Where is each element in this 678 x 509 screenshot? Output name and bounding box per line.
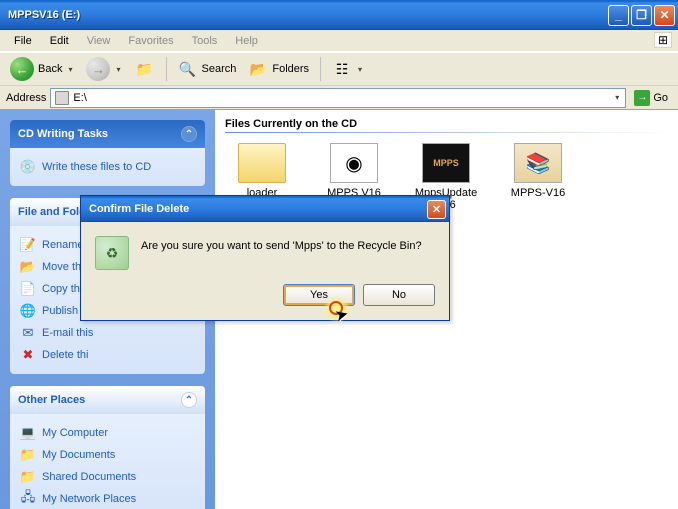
address-label: Address	[6, 92, 46, 104]
publish-icon: 🌐	[20, 303, 36, 319]
chevron-down-icon: ▾	[114, 65, 122, 74]
place-my-computer[interactable]: 💻My Computer	[20, 422, 195, 444]
menubar: File Edit View Favorites Tools Help ⊞	[0, 30, 678, 52]
place-network[interactable]: 🖧My Network Places	[20, 488, 195, 509]
chevron-up-icon: ⌃	[181, 392, 197, 408]
place-my-documents[interactable]: 📁My Documents	[20, 444, 195, 466]
email-icon: ✉	[20, 325, 36, 341]
folder-icon	[238, 143, 286, 183]
network-icon: 🖧	[20, 491, 36, 507]
file-label: MPPS-V16	[511, 187, 565, 199]
folders-icon: 📂	[248, 59, 268, 79]
forward-button[interactable]: → ▾	[82, 55, 126, 83]
minimize-button[interactable]: _	[608, 5, 629, 26]
chevron-down-icon: ▾	[356, 65, 364, 74]
menu-view[interactable]: View	[79, 33, 119, 49]
rename-icon: 📝	[20, 237, 36, 253]
dialog-title: Confirm File Delete	[89, 203, 189, 215]
recycle-bin-icon: ♻	[95, 236, 129, 270]
address-input[interactable]: E:\ ▾	[50, 88, 626, 108]
close-button[interactable]: ✕	[654, 5, 675, 26]
dialog-message: Are you sure you want to send 'Mpps' to …	[141, 236, 435, 270]
computer-icon: 💻	[20, 425, 36, 441]
back-arrow-icon: ←	[10, 57, 34, 81]
chevron-down-icon: ▾	[66, 65, 74, 74]
menu-file[interactable]: File	[6, 33, 40, 49]
folder-up-icon: 📁	[135, 59, 155, 79]
place-shared-documents[interactable]: 📁Shared Documents	[20, 466, 195, 488]
documents-icon: 📁	[20, 447, 36, 463]
drive-icon	[55, 91, 69, 105]
panel-header[interactable]: CD Writing Tasks ⌃	[10, 120, 205, 148]
window-title: MPPSV16 (E:)	[8, 9, 608, 21]
application-icon: ◉	[330, 143, 378, 183]
separator	[166, 57, 167, 81]
shared-folder-icon: 📁	[20, 469, 36, 485]
task-write-cd[interactable]: 💿 Write these files to CD	[20, 156, 195, 178]
application-icon: MPPS	[422, 143, 470, 183]
chevron-up-icon: ⌃	[181, 126, 197, 142]
views-icon: ☷	[332, 59, 352, 79]
menu-help[interactable]: Help	[227, 33, 266, 49]
move-icon: 📂	[20, 259, 36, 275]
views-button[interactable]: ☷ ▾	[328, 55, 368, 83]
separator	[320, 57, 321, 81]
maximize-button[interactable]: ❐	[631, 5, 652, 26]
address-path: E:\	[73, 92, 86, 104]
search-icon: 🔍	[178, 59, 198, 79]
search-button[interactable]: 🔍 Search	[174, 55, 241, 83]
go-arrow-icon: →	[634, 90, 650, 106]
delete-icon: ✖	[20, 347, 36, 363]
dialog-titlebar[interactable]: Confirm File Delete ✕	[81, 196, 449, 222]
chevron-down-icon[interactable]: ▾	[613, 93, 621, 102]
file-item-archive[interactable]: 📚 MPPS-V16	[501, 143, 575, 211]
dialog-close-button[interactable]: ✕	[427, 200, 446, 219]
titlebar: MPPSV16 (E:) _ ❐ ✕	[0, 0, 678, 30]
back-button[interactable]: ← Back ▾	[6, 55, 78, 83]
up-button[interactable]: 📁	[131, 55, 159, 83]
go-button[interactable]: → Go	[630, 90, 672, 106]
archive-icon: 📚	[514, 143, 562, 183]
menu-edit[interactable]: Edit	[42, 33, 77, 49]
task-delete[interactable]: ✖Delete thi	[20, 344, 195, 366]
menu-tools[interactable]: Tools	[184, 33, 226, 49]
windows-flag-icon: ⊞	[654, 32, 672, 48]
cd-icon: 💿	[20, 159, 36, 175]
folders-button[interactable]: 📂 Folders	[244, 55, 313, 83]
task-email[interactable]: ✉E-mail this	[20, 322, 195, 344]
panel-other-places: Other Places ⌃ 💻My Computer 📁My Document…	[10, 386, 205, 509]
panel-header[interactable]: Other Places ⌃	[10, 386, 205, 414]
confirm-delete-dialog: Confirm File Delete ✕ ♻ Are you sure you…	[80, 195, 450, 321]
address-bar: Address E:\ ▾ → Go	[0, 86, 678, 110]
copy-icon: 📄	[20, 281, 36, 297]
group-header: Files Currently on the CD	[225, 116, 668, 132]
forward-arrow-icon: →	[86, 57, 110, 81]
panel-cd-tasks: CD Writing Tasks ⌃ 💿 Write these files t…	[10, 120, 205, 186]
menu-favorites[interactable]: Favorites	[120, 33, 181, 49]
toolbar: ← Back ▾ → ▾ 📁 🔍 Search 📂 Folders ☷ ▾	[0, 52, 678, 86]
divider	[225, 132, 668, 133]
no-button[interactable]: No	[363, 284, 435, 306]
yes-button[interactable]: Yes	[283, 284, 355, 306]
